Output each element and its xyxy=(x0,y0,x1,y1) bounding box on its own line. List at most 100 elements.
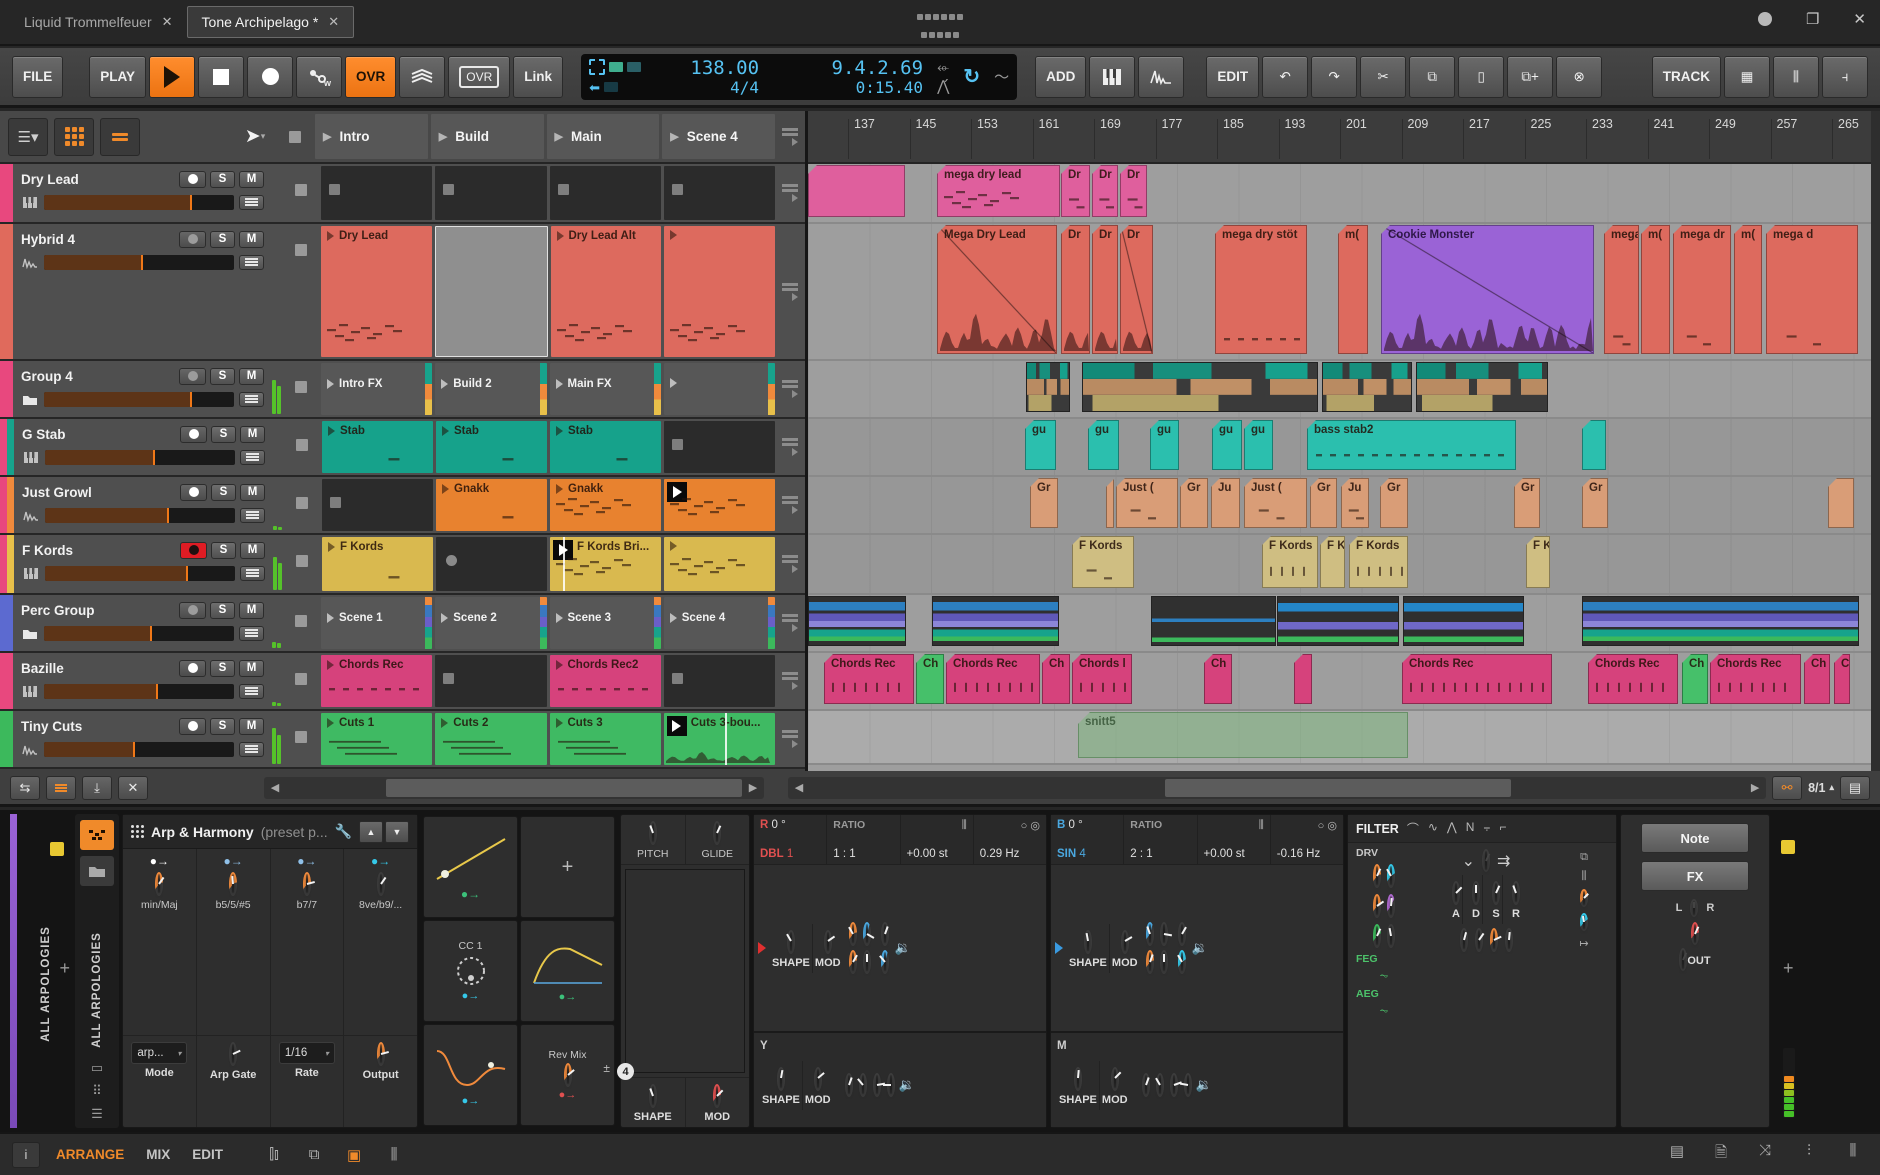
add-instrument-track-icon[interactable] xyxy=(1089,56,1135,98)
knob-shape[interactable] xyxy=(1084,930,1092,954)
arranger-clip[interactable] xyxy=(1322,362,1412,412)
knob[interactable] xyxy=(849,922,857,946)
arranger-clip-ch[interactable]: Ch xyxy=(1804,654,1830,704)
meter-view-icon[interactable]: ⫞ xyxy=(1822,56,1868,98)
grid-settings-icon[interactable]: ▤ xyxy=(1840,776,1870,800)
mute-button[interactable]: M xyxy=(240,542,265,559)
arranger-clip-mega-dr[interactable]: mega dr xyxy=(1673,225,1731,354)
pointer-tool-icon[interactable]: ➤▾ xyxy=(232,116,278,158)
clip-slot-4[interactable]: Cuts 3-bou... xyxy=(664,713,775,765)
copy-env-icon[interactable]: ⧉ xyxy=(1580,851,1588,864)
volume-fader[interactable] xyxy=(45,566,235,581)
delete-icon[interactable]: ⊗ xyxy=(1556,56,1602,98)
arranger-clip-f-k[interactable]: F K xyxy=(1320,536,1345,588)
record-arm-button[interactable] xyxy=(179,602,206,619)
knob-dial[interactable] xyxy=(1493,930,1495,949)
wrench-icon[interactable]: 🔧 xyxy=(335,823,352,840)
arranger-clip[interactable] xyxy=(1416,362,1548,412)
speaker-icon[interactable]: 🔉 xyxy=(895,940,911,956)
arp-mode-select[interactable]: arp...▾ xyxy=(131,1042,187,1064)
knob[interactable] xyxy=(564,1063,572,1087)
knob-dial[interactable] xyxy=(1163,924,1165,943)
record-arm-button[interactable] xyxy=(180,426,207,443)
arranger-clip-ch[interactable]: Ch xyxy=(1042,654,1070,704)
link-button[interactable]: Link xyxy=(513,56,563,98)
arranger-lane-7[interactable] xyxy=(808,595,1880,653)
mute-button[interactable]: M xyxy=(239,368,264,385)
clip-slot-1[interactable]: Stab xyxy=(322,421,433,473)
link-views-icon[interactable]: ⧉ xyxy=(299,1146,329,1163)
group-scene-slot-3[interactable]: Scene 3 xyxy=(550,597,661,649)
knob[interactable] xyxy=(881,922,889,946)
arranger-clip-f-k[interactable]: F K xyxy=(1526,536,1550,588)
fx-button[interactable]: FX xyxy=(1641,861,1749,891)
knob-dial[interactable] xyxy=(306,874,308,893)
knob-dial[interactable] xyxy=(1159,1075,1161,1094)
groove-icon[interactable]: ⋀́ xyxy=(937,77,949,95)
clip-menu-icon[interactable] xyxy=(782,614,798,632)
arranger-clip-mega-dry-lead[interactable]: mega dry lead xyxy=(937,165,1060,217)
arranger-clip-ju[interactable]: Ju xyxy=(1341,478,1369,528)
knob-dial[interactable] xyxy=(1149,952,1151,971)
arranger-clip-dr[interactable]: Dr xyxy=(1061,165,1090,217)
solo-button[interactable]: S xyxy=(210,602,235,619)
knob-dial[interactable] xyxy=(1173,1075,1175,1094)
arranger-clip-m-[interactable]: m( xyxy=(1734,225,1762,354)
stop-clips-button[interactable] xyxy=(295,381,307,393)
volume-fader[interactable] xyxy=(44,626,234,641)
knob[interactable] xyxy=(1160,922,1168,946)
group-scene-slot-1[interactable]: Intro FX xyxy=(321,363,432,415)
timeline-ruler[interactable]: 1371451531611691771851932012092172252332… xyxy=(808,111,1880,164)
arranger-clip[interactable] xyxy=(1403,596,1524,646)
preset-up-icon[interactable]: ▲ xyxy=(359,821,383,843)
arranger-lane-5[interactable]: GrJust (GrJuJust (GrJuGrGrGr xyxy=(808,477,1880,535)
mod-s-curve[interactable]: ●→ xyxy=(423,1024,518,1126)
knob-d[interactable] xyxy=(1472,881,1480,905)
stop-button[interactable] xyxy=(198,56,244,98)
clip-slot-2[interactable]: Stab xyxy=(436,421,547,473)
arranger-lane-3[interactable] xyxy=(808,361,1880,419)
filter-type-lowpass-icon[interactable]: ⌒ xyxy=(1407,820,1419,837)
clip-slot-3[interactable]: Cuts 3 xyxy=(550,713,661,765)
close-tab-icon[interactable]: ✕ xyxy=(328,14,339,30)
knob-dial[interactable] xyxy=(1583,915,1585,929)
solo-button[interactable]: S xyxy=(211,484,236,501)
stop-all-clips-button[interactable] xyxy=(289,131,301,143)
solo-button[interactable]: S xyxy=(211,426,236,443)
knob-dial[interactable] xyxy=(1508,930,1510,949)
clip-slot-2[interactable] xyxy=(435,166,546,220)
group-scene-slot-4[interactable] xyxy=(664,363,775,415)
knob-mod[interactable] xyxy=(824,930,832,954)
arranger-clip-chords-l[interactable]: Chords l xyxy=(1072,654,1132,704)
play-menu-button[interactable]: PLAY xyxy=(89,56,146,98)
knob-glide[interactable]: GLIDE xyxy=(686,815,750,864)
volume-fader[interactable] xyxy=(44,392,234,407)
knob-min-maj[interactable]: ●→min/Maj xyxy=(123,849,197,1035)
tab-mix[interactable]: MIX xyxy=(140,1147,176,1162)
track-menu-icon[interactable] xyxy=(239,684,264,699)
knob-dial[interactable] xyxy=(1694,924,1696,943)
scene-header-main[interactable]: ▶Main xyxy=(547,114,660,159)
stop-clips-button[interactable] xyxy=(296,555,308,567)
knob[interactable] xyxy=(1387,894,1395,918)
play-button[interactable] xyxy=(149,56,195,98)
knob-mod[interactable] xyxy=(713,1084,721,1108)
knob-dial[interactable] xyxy=(817,1069,819,1088)
clip-menu-icon[interactable] xyxy=(782,438,798,456)
record-arm-button[interactable] xyxy=(180,484,207,501)
device-title[interactable]: Arp & Harmony xyxy=(151,824,254,840)
zoom-level[interactable]: 8/1▴ xyxy=(1808,781,1834,795)
knob-dial[interactable] xyxy=(852,924,854,943)
aeg-label[interactable]: AEG xyxy=(1352,988,1379,1000)
clip-slot-4[interactable] xyxy=(664,166,775,220)
speaker-icon[interactable]: 🔉 xyxy=(899,1077,915,1093)
knob[interactable] xyxy=(881,950,889,974)
record-arm-button[interactable] xyxy=(179,231,206,248)
knob-s[interactable]: S xyxy=(1490,875,1503,924)
knob-dial[interactable] xyxy=(1376,896,1378,915)
stop-clips-button[interactable] xyxy=(296,439,308,451)
knob-dial[interactable] xyxy=(652,823,654,842)
solo-button[interactable]: S xyxy=(210,718,235,735)
knob-mod[interactable] xyxy=(1121,930,1129,954)
clip-slot-4[interactable] xyxy=(664,479,775,531)
